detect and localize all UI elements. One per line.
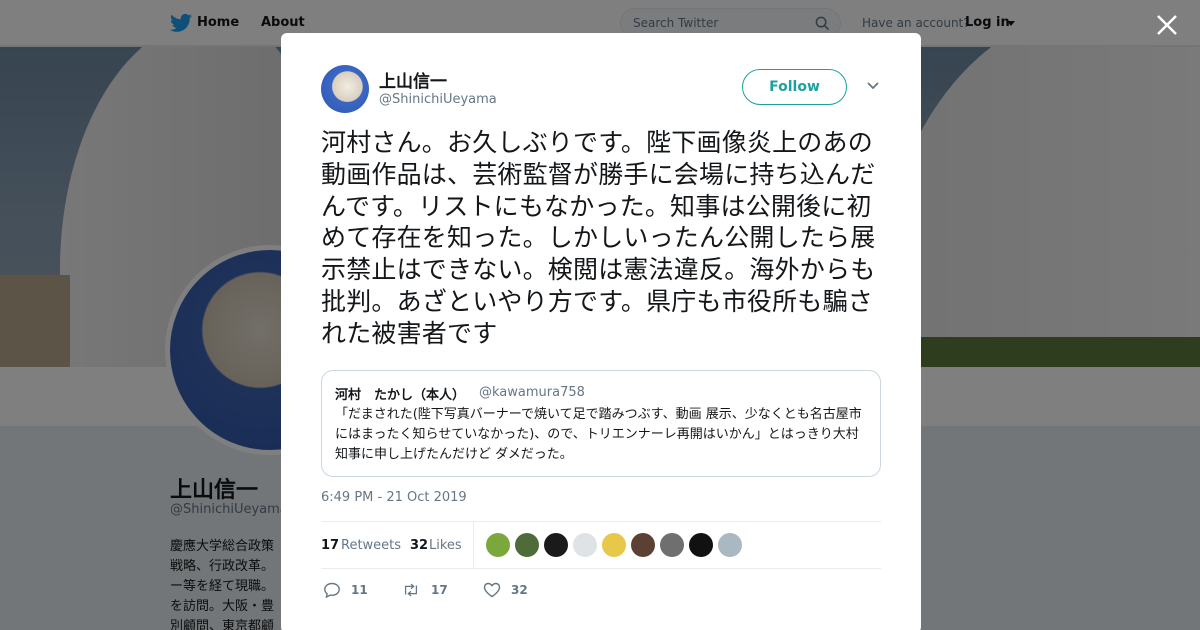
stats-divider <box>473 522 474 568</box>
retweets-count[interactable]: 17 <box>321 538 339 553</box>
liker-avatar[interactable] <box>486 533 510 557</box>
quoted-tweet-text: 「だまされた(陛下写真バーナーで焼いて足で踏みつぶす、動画 展示、少なくとも名古… <box>335 407 862 462</box>
tweet-modal: 上山信一 @ShinichiUeyama Follow 河村さん。お久しぶりです… <box>281 33 921 630</box>
liker-avatar[interactable] <box>544 533 568 557</box>
tweet-author-name[interactable]: 上山信一 <box>379 67 447 92</box>
heart-icon[interactable] <box>483 582 501 598</box>
close-icon[interactable] <box>1154 12 1180 38</box>
tweet-author-handle[interactable]: @ShinichiUeyama <box>379 92 497 107</box>
retweet-icon[interactable] <box>402 582 420 598</box>
like-action-count[interactable]: 32 <box>511 583 528 597</box>
liker-avatar[interactable] <box>718 533 742 557</box>
follow-button[interactable]: Follow <box>742 69 847 105</box>
quoted-author-handle: @kawamura758 <box>479 385 585 400</box>
liker-avatar[interactable] <box>515 533 539 557</box>
tweet-text: 河村さん。お久しぶりです。陛下画像炎上のあの動画作品は、芸術監督が勝手に会場に持… <box>321 128 876 348</box>
reply-icon[interactable] <box>323 582 341 598</box>
chevron-down-icon[interactable] <box>866 81 880 91</box>
tweet-timestamp[interactable]: 6:49 PM - 21 Oct 2019 <box>321 490 467 505</box>
liker-avatar[interactable] <box>631 533 655 557</box>
liker-avatar[interactable] <box>573 533 597 557</box>
quoted-author-name: 河村 たかし（本人） <box>335 388 466 403</box>
tweet-author-avatar[interactable] <box>321 65 369 113</box>
retweet-action-count[interactable]: 17 <box>431 583 448 597</box>
liker-avatar[interactable] <box>602 533 626 557</box>
tweet-stats: 17 Retweets 32 Likes <box>321 521 881 569</box>
likes-label[interactable]: Likes <box>429 538 462 553</box>
reply-count[interactable]: 11 <box>351 583 368 597</box>
likes-count[interactable]: 32 <box>410 538 428 553</box>
retweets-label[interactable]: Retweets <box>341 538 401 553</box>
quoted-tweet[interactable]: 河村 たかし（本人） @kawamura758 「だまされた(陛下写真バーナーで… <box>321 370 881 477</box>
liker-avatar[interactable] <box>689 533 713 557</box>
liker-avatar[interactable] <box>660 533 684 557</box>
